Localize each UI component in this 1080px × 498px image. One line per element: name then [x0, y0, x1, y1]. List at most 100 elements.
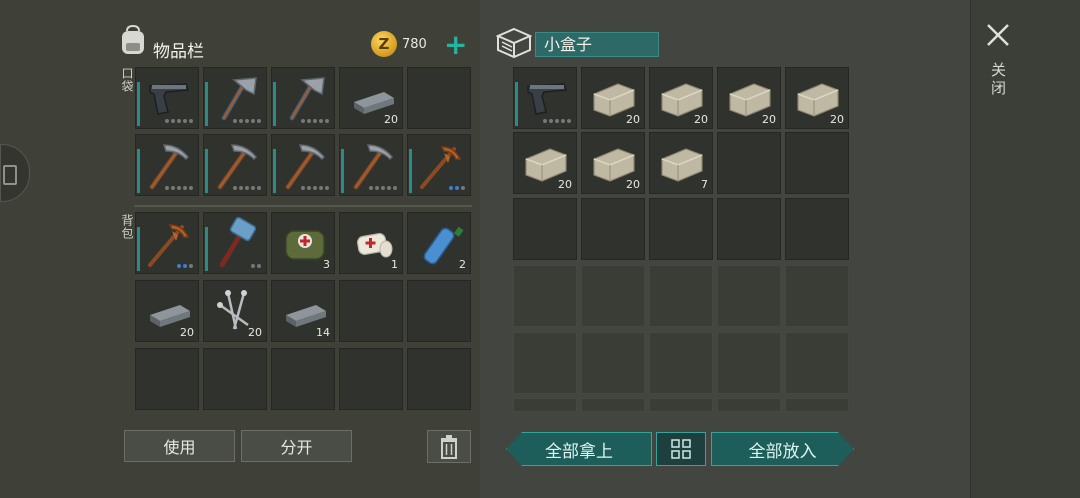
container-slot[interactable] [513, 67, 577, 129]
trash-icon [441, 434, 457, 459]
container-slot[interactable] [649, 198, 713, 260]
item-quantity: 20 [384, 113, 398, 126]
backpack-slot[interactable]: 3 [271, 212, 335, 274]
container-slot[interactable] [513, 398, 577, 412]
pickaxe-icon [149, 144, 190, 190]
backpack-slot[interactable] [339, 280, 403, 342]
container-slot[interactable] [785, 332, 849, 394]
sledgehammer-icon [219, 217, 257, 268]
backpack-slot[interactable] [203, 212, 267, 274]
backpack-slot[interactable] [203, 348, 267, 410]
container-slot[interactable] [717, 398, 781, 412]
pocket-slot[interactable]: 20 [339, 67, 403, 129]
durability-bar [205, 149, 208, 193]
pocket-slot[interactable] [203, 134, 267, 196]
container-slot[interactable] [513, 332, 577, 394]
close-label: 关闭 [989, 62, 1007, 98]
container-slot[interactable] [785, 132, 849, 194]
backpack-slot[interactable]: 2 [407, 212, 471, 274]
container-slot[interactable]: 7 [649, 132, 713, 194]
pocket-slot[interactable] [203, 67, 267, 129]
container-slot[interactable] [649, 332, 713, 394]
container-slot[interactable] [785, 398, 849, 412]
pocket-slot[interactable] [339, 134, 403, 196]
container-slot[interactable]: 20 [717, 67, 781, 129]
pocket-slot[interactable] [271, 67, 335, 129]
pocket-slot[interactable] [407, 134, 471, 196]
container-slot[interactable] [717, 332, 781, 394]
container-slot[interactable] [513, 265, 577, 327]
backpack-slot[interactable] [271, 348, 335, 410]
item-quantity: 20 [558, 178, 572, 191]
container-slot[interactable] [649, 398, 713, 412]
container-slot[interactable] [717, 132, 781, 194]
split-button[interactable]: 分开 [241, 430, 352, 462]
durability-bar [205, 82, 208, 126]
container-slot[interactable] [581, 332, 645, 394]
backpack-slot[interactable] [407, 348, 471, 410]
grid-view-toggle[interactable] [656, 432, 706, 466]
pocket-slot[interactable] [135, 67, 199, 129]
container-slot[interactable]: 20 [649, 67, 713, 129]
quality-dots [233, 119, 261, 123]
coin-icon: Z [371, 31, 397, 57]
durability-bar [273, 149, 276, 193]
quality-dots [233, 186, 261, 190]
backpack-slot[interactable] [339, 348, 403, 410]
item-quantity: 20 [694, 113, 708, 126]
pickaxe-icon [285, 144, 326, 190]
container-slot[interactable] [717, 265, 781, 327]
pocket-slot[interactable] [135, 134, 199, 196]
box-icon [495, 27, 533, 63]
durability-bar [137, 227, 140, 271]
pickaxe-icon [217, 144, 258, 190]
pocket-slot[interactable] [271, 134, 335, 196]
quality-dots [301, 186, 329, 190]
add-coins-button[interactable]: + [444, 31, 467, 59]
take-all-button[interactable]: 全部拿上 [506, 432, 652, 466]
container-slot[interactable] [785, 198, 849, 260]
copper-pickaxe-icon [148, 224, 190, 267]
section-divider [134, 205, 472, 207]
container-slot[interactable] [581, 198, 645, 260]
container-slot[interactable]: 20 [581, 67, 645, 129]
backpack-slot[interactable] [135, 348, 199, 410]
put-all-button[interactable]: 全部放入 [711, 432, 854, 466]
durability-bar [515, 82, 518, 126]
container-slot[interactable] [785, 265, 849, 327]
item-quantity: 14 [316, 326, 330, 339]
quality-dots [543, 119, 571, 123]
backpack-slot[interactable]: 14 [271, 280, 335, 342]
container-slot[interactable] [581, 265, 645, 327]
item-quantity: 1 [391, 258, 398, 271]
container-slot[interactable] [649, 265, 713, 327]
durability-bar [137, 149, 140, 193]
container-slot[interactable] [581, 398, 645, 412]
quality-dots [177, 264, 193, 268]
backpack-slot[interactable] [135, 212, 199, 274]
durability-bar [341, 149, 344, 193]
container-slot[interactable]: 20 [513, 132, 577, 194]
container-slot[interactable]: 20 [581, 132, 645, 194]
container-name[interactable]: 小盒子 [535, 32, 659, 57]
trash-button[interactable] [427, 430, 471, 463]
item-quantity: 20 [626, 178, 640, 191]
container-slot[interactable] [717, 198, 781, 260]
backpack-slot[interactable] [407, 280, 471, 342]
backpack-slot[interactable]: 1 [339, 212, 403, 274]
item-quantity: 20 [830, 113, 844, 126]
right-sidebar [970, 0, 1080, 498]
grid-view-icon [671, 439, 691, 459]
backpack-icon [118, 24, 148, 60]
quality-dots [449, 186, 465, 190]
close-button[interactable] [985, 22, 1011, 48]
backpack-slot[interactable]: 20 [203, 280, 267, 342]
item-quantity: 20 [248, 326, 262, 339]
backpack-label: 背包 [120, 214, 134, 240]
container-slot[interactable]: 20 [785, 67, 849, 129]
backpack-slot[interactable]: 20 [135, 280, 199, 342]
use-button[interactable]: 使用 [124, 430, 235, 462]
pocket-slot[interactable] [407, 67, 471, 129]
container-slot[interactable] [513, 198, 577, 260]
quality-dots [165, 186, 193, 190]
